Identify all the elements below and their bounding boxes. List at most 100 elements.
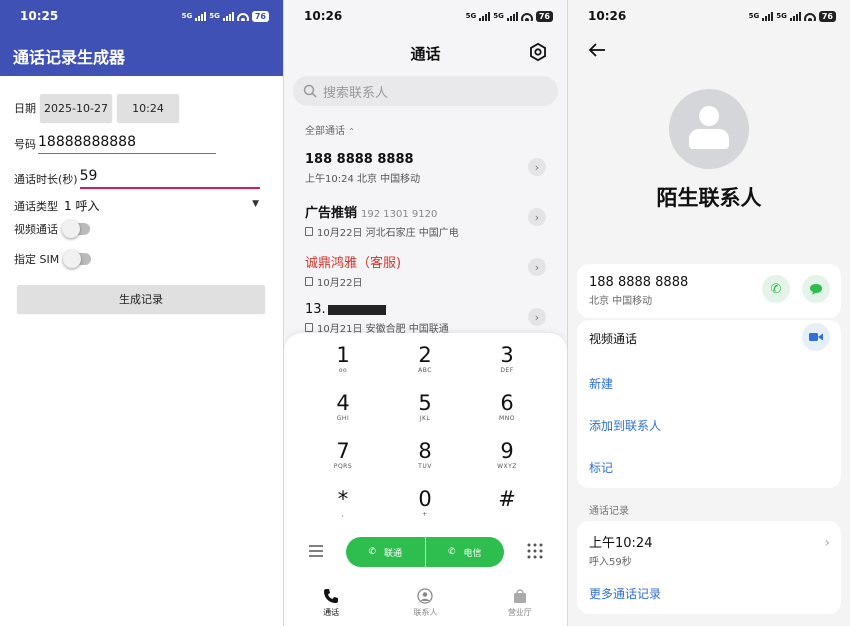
- key-0[interactable]: 0 +: [385, 487, 465, 518]
- key-7[interactable]: 7 PQRS: [303, 439, 383, 470]
- phone-dialer-screen: 10:26 5G 5G 76 通话 搜索联系人 全部通话 ⌃ 188 8888 …: [284, 0, 567, 626]
- network-label-2: 5G: [776, 12, 787, 20]
- type-select[interactable]: 1 呼入: [64, 197, 99, 214]
- generate-button[interactable]: 生成记录: [17, 285, 265, 313]
- page-title: 通话: [410, 44, 441, 63]
- search-icon: [303, 84, 317, 98]
- avatar: [669, 89, 749, 169]
- history-detail: 呼入59秒: [589, 557, 632, 568]
- status-icons: 5G 5G 76: [465, 10, 553, 22]
- signal-icon-2: [222, 11, 234, 21]
- call-buttons: ✆ 联通 ✆ 电信: [346, 537, 504, 567]
- network-label-2: 5G: [209, 12, 220, 20]
- contact-name: 陌生联系人: [656, 186, 762, 210]
- call-telecom-button[interactable]: ✆ 电信: [424, 537, 505, 567]
- phone-icon: [284, 587, 378, 605]
- call-log-item[interactable]: 188 8888 8888 上午10:24 北京 中国移动 ›: [305, 152, 567, 192]
- back-arrow-icon[interactable]: [588, 41, 606, 59]
- video-call-label[interactable]: 视频通话: [589, 330, 637, 347]
- sim-icon: [305, 277, 313, 286]
- sim-switch[interactable]: [63, 250, 92, 268]
- sort-chevron-icon: ⌃: [348, 127, 355, 136]
- status-bar: 10:26 5G 5G 76: [568, 0, 850, 32]
- chevron-right-icon[interactable]: ›: [528, 308, 546, 326]
- call-log-item[interactable]: 广告推销 192 1301 9120 10月22日 河北石家庄 中国广电 ›: [305, 202, 567, 242]
- call-name: 诚鼎鸿雅（客服): [305, 256, 402, 271]
- chevron-right-icon[interactable]: ›: [528, 208, 546, 226]
- key-1[interactable]: 1 oo: [303, 343, 383, 374]
- call-log-generator-screen: 10:25 5G 5G 76 通话记录生成器 日期 2025-10-27 10:…: [0, 0, 283, 626]
- key-8[interactable]: 8 TUV: [385, 439, 465, 470]
- key-5[interactable]: 5 JKL: [385, 391, 465, 422]
- tab-label: 联系人: [413, 608, 438, 617]
- date-label: 日期: [14, 102, 36, 115]
- call-name: 广告推销: [305, 206, 358, 221]
- wifi-icon: [803, 12, 816, 21]
- status-icons: 5G 5G 76: [749, 10, 836, 22]
- video-call-switch[interactable]: [62, 220, 90, 238]
- call-log-item[interactable]: 诚鼎鸿雅（客服) 10月22日 ›: [305, 252, 567, 292]
- call-button[interactable]: ✆: [762, 275, 790, 303]
- more-history-link[interactable]: 更多通话记录: [589, 585, 661, 602]
- time-picker-button[interactable]: 10:24: [117, 94, 179, 122]
- video-camera-icon: [809, 333, 823, 341]
- menu-icon[interactable]: [309, 545, 323, 557]
- network-label: 5G: [181, 12, 193, 20]
- mark-link[interactable]: 标记: [589, 459, 613, 476]
- search-bar[interactable]: 搜索联系人: [293, 76, 558, 106]
- network-label: 5G: [465, 12, 477, 20]
- signal-icon: [762, 11, 774, 21]
- contact-number[interactable]: 188 8888 8888: [589, 275, 688, 290]
- video-call-row: 视频通话: [14, 220, 90, 238]
- tab-contacts[interactable]: 联系人: [378, 587, 472, 618]
- call-name: 13.: [305, 302, 326, 317]
- dropdown-arrow-icon[interactable]: ▼: [252, 199, 259, 209]
- signal-icon-2: [506, 11, 518, 21]
- bottom-tab-bar: 通话 联系人 营业厅: [284, 587, 567, 618]
- key-9[interactable]: 9 WXYZ: [467, 439, 547, 470]
- status-bar: 10:25 5G 5G 76: [0, 0, 283, 32]
- key-hash[interactable]: #: [467, 487, 547, 511]
- number-input[interactable]: 18888888888: [38, 134, 216, 154]
- number-location: 北京 中国移动: [589, 296, 653, 307]
- date-picker-button[interactable]: 2025-10-27: [40, 94, 112, 122]
- video-call-label: 视频通话: [14, 223, 58, 236]
- chevron-right-icon[interactable]: ›: [528, 158, 546, 176]
- status-time: 10:25: [20, 9, 59, 23]
- call-filter[interactable]: 全部通话 ⌃: [284, 106, 567, 137]
- sim-label: 指定 SIM: [14, 253, 60, 266]
- type-row[interactable]: 通话类型 1 呼入 ▼: [14, 197, 259, 214]
- shop-bag-icon: [473, 587, 567, 605]
- call-telecom-label: 电信: [463, 548, 482, 559]
- tab-calls[interactable]: 通话: [284, 587, 378, 618]
- key-4[interactable]: 4 GHI: [303, 391, 383, 422]
- wifi-icon: [236, 12, 249, 21]
- message-icon: [810, 284, 822, 295]
- dialpad-grid-icon[interactable]: [527, 543, 543, 559]
- settings-gear-icon[interactable]: [529, 43, 547, 61]
- new-contact-link[interactable]: 新建: [589, 375, 613, 392]
- video-call-button[interactable]: [802, 323, 830, 351]
- call-detail: 10月22日 河北石家庄 中国广电: [317, 228, 459, 239]
- battery-level: 76: [251, 10, 269, 22]
- call-unicom-button[interactable]: ✆ 联通: [346, 537, 425, 567]
- contacts-icon: [378, 587, 472, 605]
- status-time: 10:26: [304, 9, 343, 23]
- chevron-right-icon[interactable]: ›: [824, 535, 830, 551]
- redacted-number: [327, 304, 386, 315]
- sim-row: 指定 SIM: [14, 250, 92, 268]
- tab-service-hall[interactable]: 营业厅: [473, 587, 567, 618]
- phone-icon: ✆: [447, 547, 456, 557]
- chevron-right-icon[interactable]: ›: [528, 258, 546, 276]
- history-entry[interactable]: 上午10:24 呼入59秒: [589, 532, 652, 568]
- call-detail: 10月22日: [317, 278, 363, 289]
- key-star[interactable]: *,: [303, 487, 383, 518]
- key-3[interactable]: 3 DEF: [467, 343, 547, 374]
- status-time: 10:26: [588, 9, 627, 23]
- duration-input[interactable]: 59: [79, 168, 260, 189]
- add-to-contacts-link[interactable]: 添加到联系人: [589, 417, 661, 434]
- key-2[interactable]: 2 ABC: [385, 343, 465, 374]
- message-button[interactable]: [802, 275, 830, 303]
- search-input[interactable]: 搜索联系人: [323, 82, 388, 101]
- key-6[interactable]: 6 MNO: [467, 391, 547, 422]
